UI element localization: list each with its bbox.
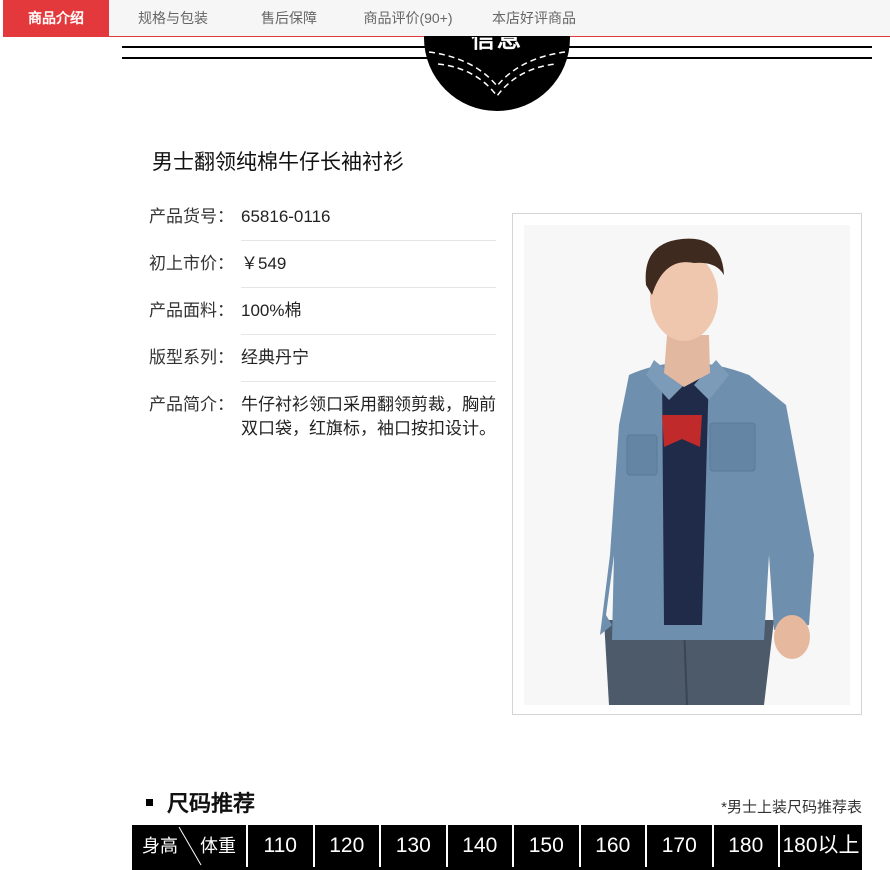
info-row-description: 产品简介： 牛仔衬衫领口采用翻领剪裁，胸前双口袋，红旗标，袖口按扣设计。 bbox=[149, 382, 496, 452]
size-column: 140 bbox=[448, 825, 514, 867]
size-section-heading: 尺码推荐 bbox=[146, 786, 255, 818]
field-value: 65816-0116 bbox=[241, 194, 496, 241]
height-label: 身高 bbox=[142, 836, 178, 856]
info-row-sku: 产品货号： 65816-0116 bbox=[149, 194, 496, 241]
bullet-square-icon bbox=[146, 798, 153, 806]
field-value: 经典丹宁 bbox=[241, 335, 496, 382]
product-photo-frame bbox=[512, 213, 862, 715]
field-label: 产品货号： bbox=[149, 207, 234, 226]
product-info-list: 产品货号： 65816-0116 初上市价： ￥549 产品面料： 100%棉 … bbox=[149, 194, 496, 452]
size-section-title: 尺码推荐 bbox=[167, 791, 256, 816]
tab-specs-packaging[interactable]: 规格与包装 bbox=[109, 0, 237, 36]
size-column: 150 bbox=[514, 825, 581, 867]
field-label: 产品面料： bbox=[149, 301, 234, 320]
info-row-fabric: 产品面料： 100%棉 bbox=[149, 288, 496, 335]
size-column: 180 bbox=[714, 825, 780, 867]
field-label: 初上市价： bbox=[149, 254, 234, 273]
field-value: 100%棉 bbox=[241, 288, 496, 335]
size-column: 170 bbox=[647, 825, 714, 867]
product-photo bbox=[524, 225, 850, 705]
size-table: 身高 体重 110 120 130 140 150 160 170 180 18… bbox=[132, 825, 862, 870]
model-denim-shirt-image bbox=[600, 238, 814, 705]
product-title: 男士翻领纯棉牛仔长袖衬衫 bbox=[152, 151, 404, 174]
info-row-price: 初上市价： ￥549 bbox=[149, 241, 496, 288]
badge-title: 信息 bbox=[471, 37, 523, 53]
size-column: 130 bbox=[381, 825, 448, 867]
field-value: ￥549 bbox=[241, 241, 496, 288]
size-column: 160 bbox=[581, 825, 647, 867]
size-column: 180以上 bbox=[782, 834, 860, 857]
field-label: 版型系列： bbox=[149, 348, 234, 367]
size-chart-note: *男士上装尺码推荐表 bbox=[721, 799, 862, 816]
info-row-series: 版型系列： 经典丹宁 bbox=[149, 335, 496, 382]
size-column: 110 bbox=[248, 825, 315, 867]
field-value: 牛仔衬衫领口采用翻领剪裁，胸前双口袋，红旗标，袖口按扣设计。 bbox=[241, 395, 496, 438]
field-label: 产品简介： bbox=[149, 395, 234, 414]
size-table-header: 身高 体重 bbox=[132, 825, 248, 867]
weight-label: 体重 bbox=[200, 836, 236, 856]
size-column: 120 bbox=[315, 825, 381, 867]
tab-after-sales[interactable]: 售后保障 bbox=[237, 0, 341, 36]
tab-product-intro[interactable]: 商品介绍 bbox=[3, 0, 109, 36]
